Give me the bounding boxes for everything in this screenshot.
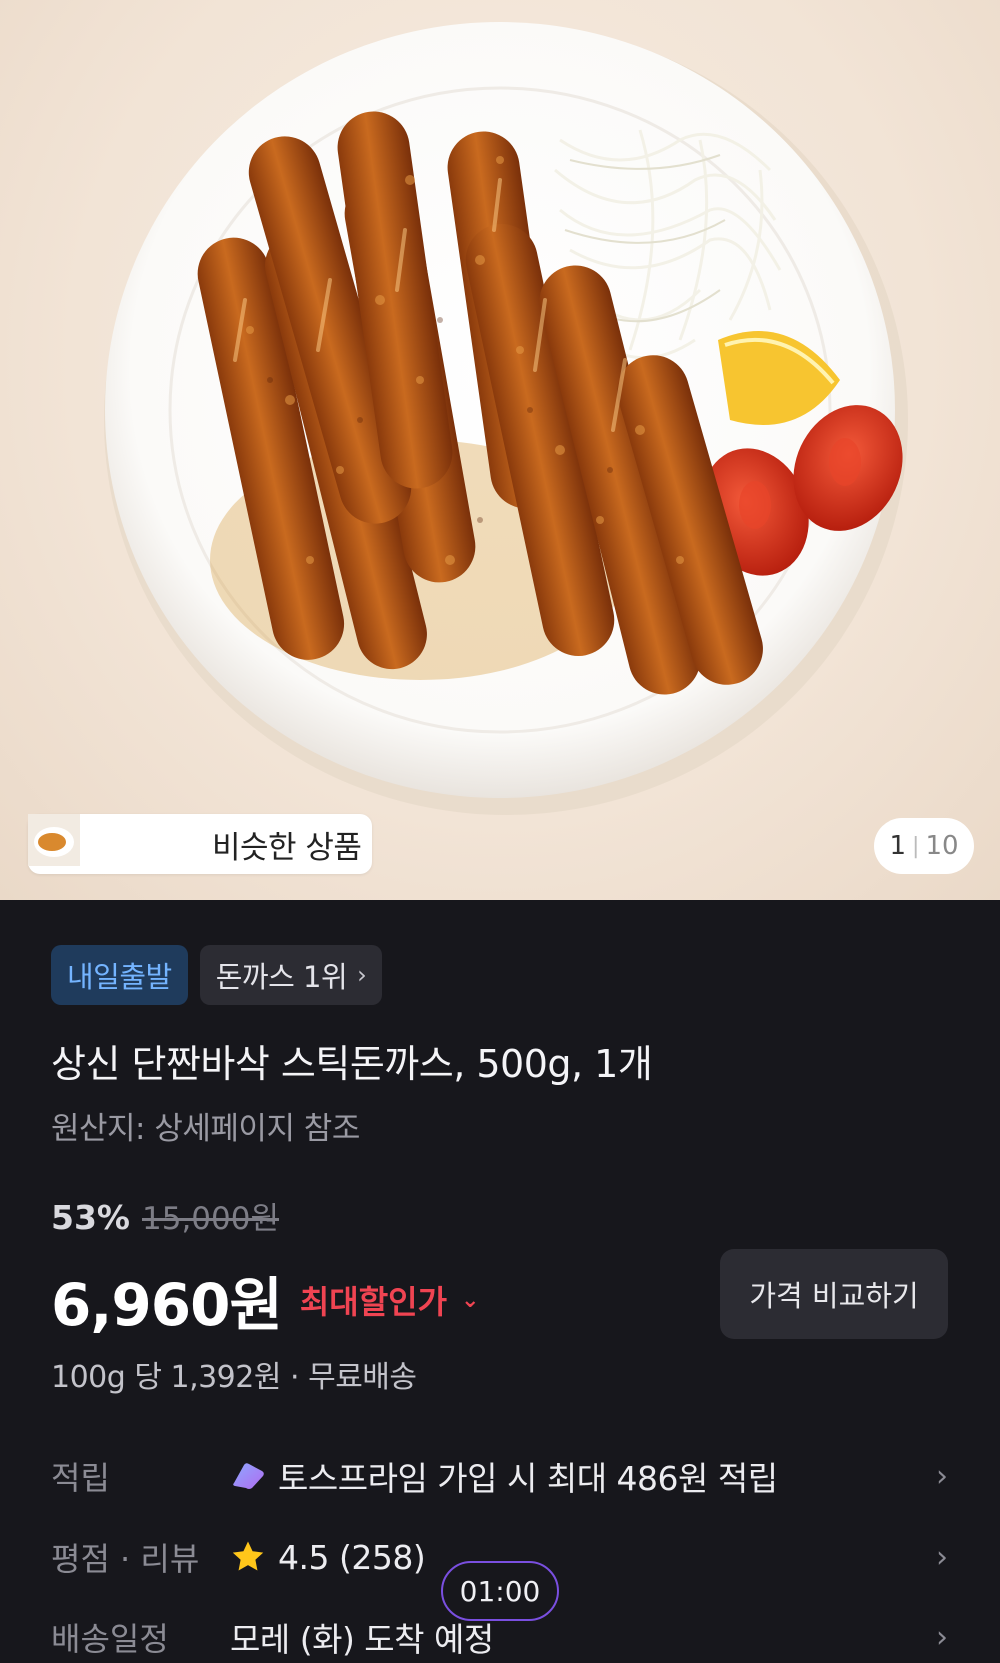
- similar-thumb-3: [28, 814, 198, 870]
- product-badges: 내일출발 돈까스 1위 ›: [51, 945, 383, 1005]
- ranking-badge-label: 돈까스 1위: [215, 960, 348, 994]
- price-row: 6,960원 최대할인가 ⌄: [51, 1258, 479, 1342]
- similar-thumb-2: [28, 814, 142, 870]
- separator-dot: ·: [290, 1360, 300, 1395]
- toss-prime-icon: [233, 1463, 264, 1489]
- delivery-badge: 내일출발: [51, 945, 188, 1005]
- reward-value: 토스프라임 가입 시 최대 486원 적립: [278, 1459, 778, 1498]
- price-compare-button[interactable]: 가격 비교하기: [720, 1249, 948, 1339]
- similar-products-button[interactable]: 비슷한 상품: [28, 814, 372, 874]
- product-image[interactable]: 비슷한 상품 1 | 10: [0, 0, 1000, 900]
- max-discount-label: 최대할인가: [299, 1283, 448, 1321]
- reward-value-group: 토스프라임 가입 시 최대 486원 적립: [230, 1452, 936, 1500]
- chevron-right-icon: ›: [936, 1539, 948, 1575]
- image-counter-current: 1: [889, 831, 907, 861]
- discount-row: 53% 15,000원: [51, 1193, 279, 1238]
- unit-price-row: 100g 당 1,392원 · 무료배송: [51, 1352, 417, 1396]
- image-counter-total: 10: [925, 831, 959, 861]
- reward-label: 적립: [51, 1459, 110, 1497]
- chevron-right-icon: ›: [936, 1458, 948, 1494]
- image-counter: 1 | 10: [874, 818, 974, 874]
- star-icon: [232, 1541, 264, 1571]
- reward-row[interactable]: 적립 토스프라임 가입 시 최대 486원 적립 ›: [51, 1446, 948, 1506]
- rating-value: 4.5 (258): [278, 1537, 426, 1577]
- product-title: 상신 단짠바삭 스틱돈까스, 500g, 1개: [51, 1042, 653, 1086]
- ranking-badge[interactable]: 돈까스 1위 ›: [199, 945, 383, 1005]
- rating-value-group: 4.5 (258): [230, 1538, 936, 1577]
- product-origin: 원산지: 상세페이지 참조: [51, 1111, 360, 1147]
- chevron-down-icon: ⌄: [461, 1287, 480, 1313]
- discount-percent: 53%: [51, 1198, 130, 1237]
- chevron-right-icon: ›: [936, 1619, 948, 1655]
- unit-price: 100g 당 1,392원: [51, 1360, 281, 1395]
- similar-products-label: 비슷한 상품: [212, 829, 362, 866]
- shipping-info: 무료배송: [308, 1360, 417, 1395]
- max-discount-toggle[interactable]: 최대할인가 ⌄: [300, 1277, 480, 1323]
- timer-badge: 01:00: [441, 1561, 559, 1621]
- sale-price: 6,960원: [51, 1271, 283, 1339]
- rating-label: 평점 · 리뷰: [51, 1540, 200, 1578]
- original-price: 15,000원: [142, 1201, 279, 1237]
- delivery-schedule-value: 모레 (화) 도착 예정: [230, 1620, 494, 1659]
- delivery-schedule-label: 배송일정: [51, 1620, 169, 1658]
- image-counter-separator: |: [912, 833, 920, 859]
- product-photo: [104, 22, 908, 815]
- chevron-right-icon: ›: [357, 961, 367, 989]
